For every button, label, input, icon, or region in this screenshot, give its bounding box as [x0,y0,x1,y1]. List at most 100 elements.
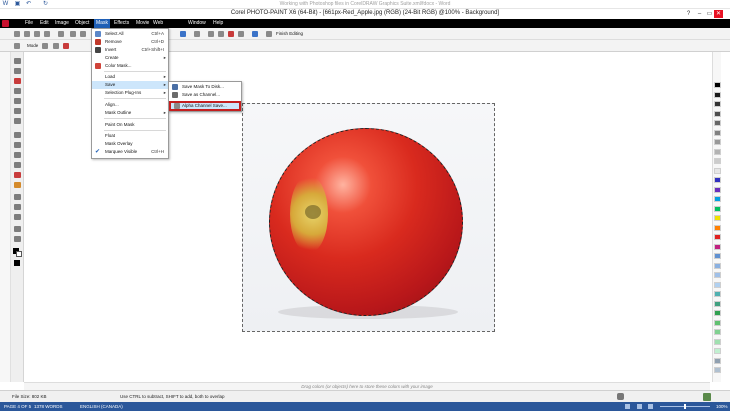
minimize-icon[interactable]: – [695,10,704,18]
color-swatch[interactable] [714,148,721,155]
clone-icon[interactable] [14,172,21,178]
object-icon[interactable] [208,31,214,37]
menu-help[interactable]: Help [211,19,225,28]
menu-item-save-mask-to-disk[interactable]: Save Mask To Disk... [169,83,241,91]
color-swatch[interactable] [714,186,721,193]
color-swatch[interactable] [714,196,721,202]
color-swatch[interactable] [714,158,721,164]
eraser-icon[interactable] [14,152,21,158]
color-swatch[interactable] [714,139,721,145]
layout-icon[interactable] [238,31,244,37]
paint-icon[interactable] [14,182,21,188]
transparency-icon[interactable] [14,204,21,210]
menu-item-select-all[interactable]: Select All Ctrl+A [92,30,168,38]
color-swatch[interactable] [714,310,721,316]
mask-tool-icon[interactable] [194,31,200,37]
color-swatch[interactable] [714,367,721,373]
menu-item-save-as-channel[interactable]: Save as Channel... [169,91,241,99]
shape-icon[interactable] [14,214,21,220]
restore-icon[interactable]: ▭ [705,10,714,18]
menu-movie[interactable]: Movie [134,19,151,28]
color-swatch[interactable] [714,205,721,212]
menu-item-align[interactable]: Align... [92,101,168,109]
menu-object[interactable]: Object [73,19,91,28]
zoom-slider-thumb[interactable] [684,404,686,409]
menu-item-mask-outline[interactable]: Mask Outline ▸ [92,109,168,117]
color-swatch[interactable] [714,129,721,136]
color-swatch[interactable] [714,291,721,297]
menu-item-float[interactable]: Float [92,132,168,140]
color-swatch[interactable] [714,262,721,269]
menu-item-alpha-channel-save[interactable]: Alpha Channel Save... [169,101,241,111]
background-color-swatch[interactable] [16,251,22,257]
transform-icon[interactable] [218,31,224,37]
pick-tool-icon[interactable] [14,58,21,64]
color-swatch[interactable] [714,224,721,231]
color-icon[interactable] [703,393,711,401]
fill-icon[interactable] [14,194,21,200]
menu-item-mask-overlay[interactable]: Mask Overlay [92,140,168,148]
color-swatch[interactable] [714,338,721,345]
menu-item-load[interactable]: Load ▸ [92,73,168,81]
color-swatch[interactable] [714,101,721,107]
color-swatch[interactable] [714,329,721,335]
help-icon[interactable]: ? [684,10,693,18]
menu-item-remove[interactable]: Remove Ctrl+D [92,38,168,46]
menu-mask[interactable]: Mask [94,19,110,28]
color-swatch[interactable] [714,120,721,126]
menu-image[interactable]: Image [53,19,71,28]
new-icon[interactable] [14,31,20,37]
crop-icon[interactable] [14,118,21,124]
eyedropper-icon[interactable] [14,142,21,148]
rectangle-mask-icon[interactable] [14,78,21,84]
menu-item-marquee-visible[interactable]: ✔ Marquee Visible Ctrl+H [92,148,168,156]
finish-editing-icon[interactable] [266,31,272,37]
menu-web[interactable]: Web [151,19,165,28]
launcher-icon[interactable] [252,31,258,37]
color-swatch[interactable] [714,177,721,183]
menu-item-selection-plug-ins[interactable]: Selection Plug-Ins ▸ [92,89,168,97]
menu-edit[interactable]: Edit [38,19,51,28]
color-swatch[interactable] [714,234,721,240]
menu-item-invert[interactable]: Invert Ctrl+Shift+I [92,46,168,54]
color-swatch[interactable] [714,82,721,88]
open-icon[interactable] [24,31,30,37]
text-tool-icon[interactable] [14,226,21,232]
additive-mode-icon[interactable] [53,43,59,49]
red-eye-icon[interactable] [14,162,21,168]
menu-item-color-mask[interactable]: Color Mask... [92,62,168,70]
menu-effects[interactable]: Effects [112,19,131,28]
save-file-icon[interactable] [34,31,40,37]
freehand-mask-icon[interactable] [14,88,21,94]
web-layout-icon[interactable] [648,404,653,409]
close-icon[interactable]: ✕ [714,10,723,18]
page-count[interactable]: PAGE 4 OF 5 [4,404,31,409]
menu-file[interactable]: File [23,19,35,28]
magic-wand-icon[interactable] [14,98,21,104]
menu-item-save[interactable]: Save ▸ [92,81,168,89]
document-info-icon[interactable] [617,393,624,400]
finish-editing-button[interactable]: Finish Editing [276,31,303,36]
color-swatch[interactable] [714,300,721,307]
color-swatch[interactable] [714,243,721,250]
color-swatch[interactable] [714,167,721,174]
color-swatch[interactable] [714,272,721,278]
subtractive-mode-icon[interactable] [63,43,69,49]
menu-item-create[interactable]: Create ▸ [92,54,168,62]
print-icon[interactable] [44,31,50,37]
color-swatch[interactable] [714,348,721,354]
mask-transform-icon[interactable] [14,68,21,74]
zoom-icon[interactable] [180,31,186,37]
cut-icon[interactable] [58,31,64,37]
color-swatch[interactable] [714,319,721,326]
read-mode-icon[interactable] [625,404,630,409]
corel-app-icon[interactable] [2,20,9,27]
color-swatch[interactable] [714,253,721,259]
hand-icon[interactable] [14,236,21,242]
zoom-level[interactable]: 100% [716,404,728,409]
zoom-tool-icon[interactable] [14,132,21,138]
brush-mask-icon[interactable] [14,108,21,114]
language-status[interactable]: ENGLISH (CANADA) [80,404,123,409]
effects-icon[interactable] [228,31,234,37]
color-drop-area[interactable]: Drag colors (or objects) here to store t… [24,382,710,390]
